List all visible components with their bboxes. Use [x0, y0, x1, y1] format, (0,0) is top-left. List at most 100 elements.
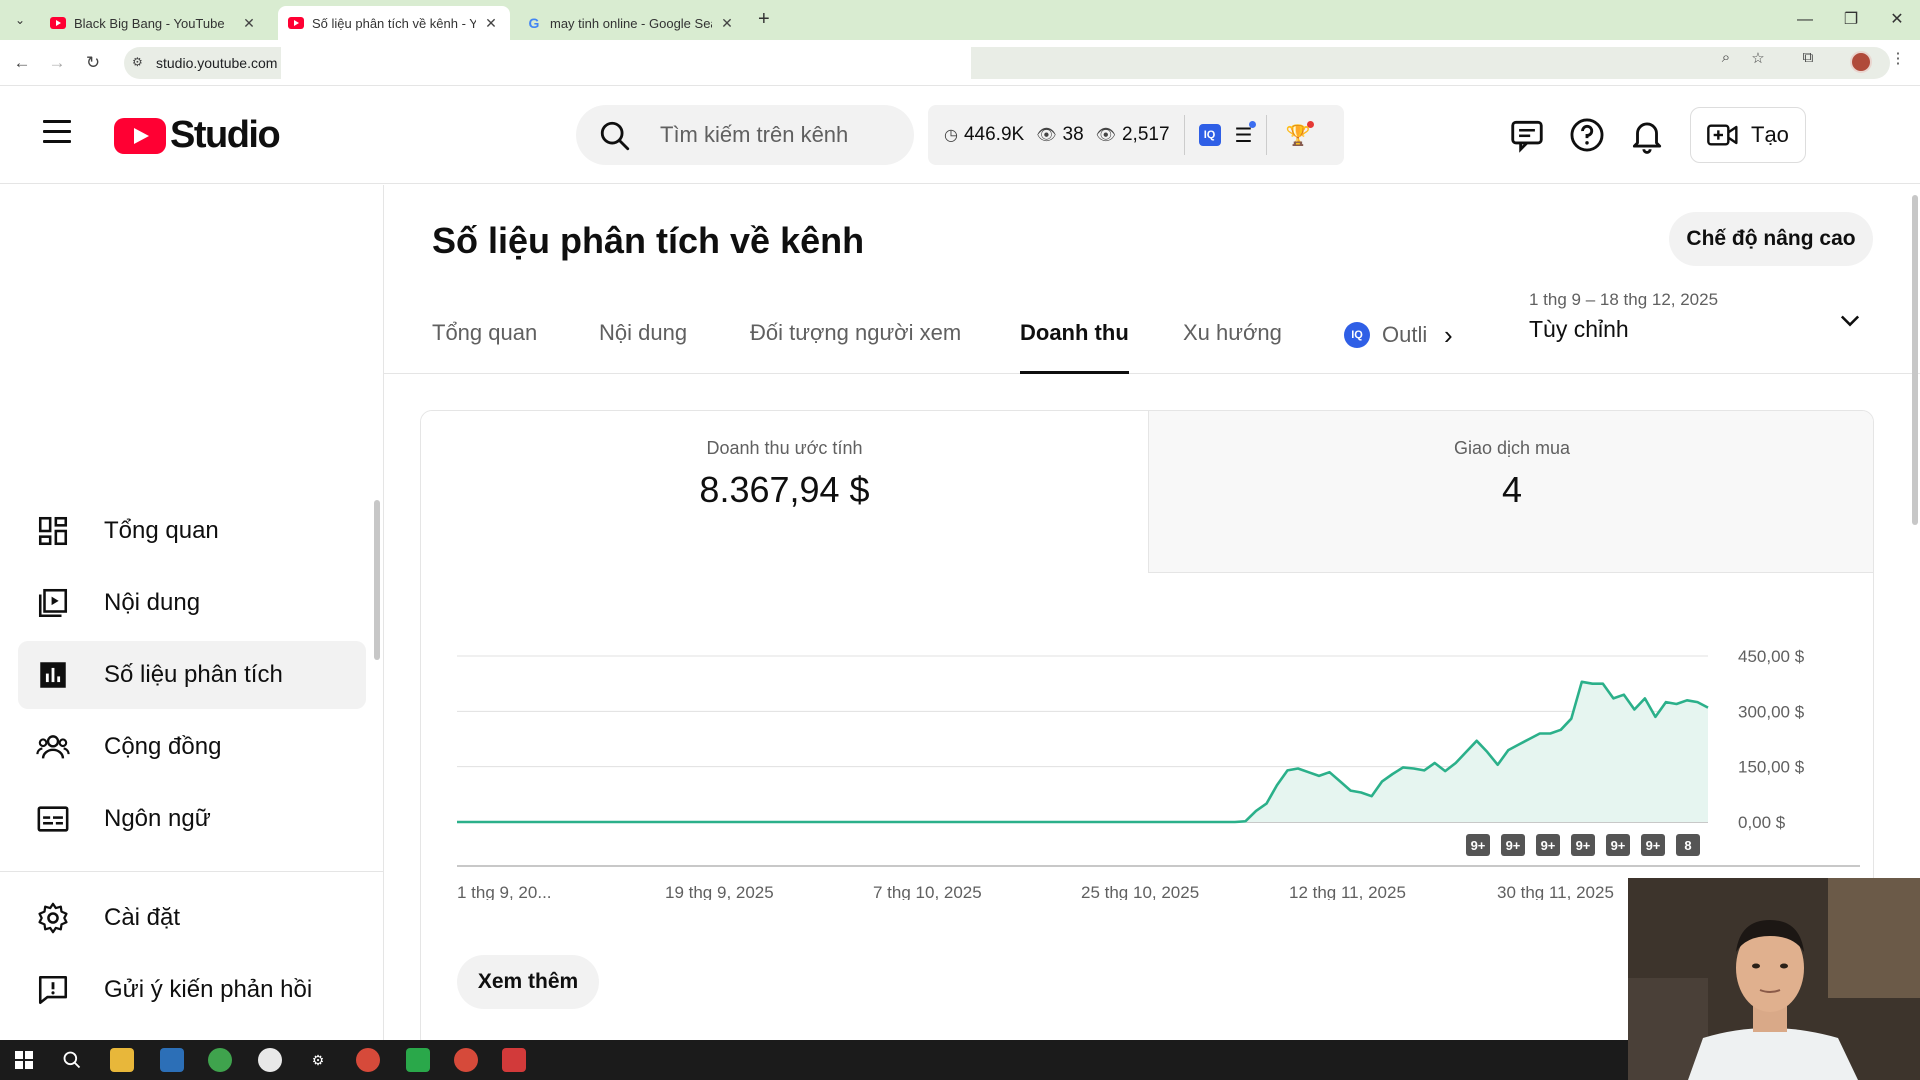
windows-start-icon[interactable]: [12, 1048, 36, 1072]
tab-title: may tinh online - Google Search: [550, 15, 712, 31]
sidebar-item-community[interactable]: Cộng đồng: [18, 713, 366, 781]
menu-icon[interactable]: [43, 120, 71, 150]
search-box[interactable]: [576, 105, 914, 165]
chevron-right-icon[interactable]: ›: [1444, 320, 1453, 351]
metric-estimated-revenue[interactable]: Doanh thu ước tính 8.367,94 $: [421, 411, 1148, 573]
y-tick-label: 0,00 $: [1738, 813, 1786, 832]
taskbar-search-icon[interactable]: [60, 1048, 84, 1072]
presenter-image: [1628, 878, 1920, 1080]
profile-avatar[interactable]: [1850, 51, 1872, 73]
logo-text: Studio: [170, 114, 281, 156]
app-icon[interactable]: [406, 1048, 430, 1072]
browser-tab[interactable]: G may tinh online - Google Search ✕: [516, 6, 746, 40]
notifications-icon[interactable]: [1628, 116, 1666, 154]
main-scrollbar[interactable]: [1912, 195, 1918, 525]
sidebar-item-dashboard[interactable]: Tổng quan: [18, 497, 366, 565]
zoom-icon[interactable]: ⌕: [1714, 49, 1738, 66]
tab-content[interactable]: Nội dung: [599, 320, 687, 374]
restore-button[interactable]: ❐: [1828, 6, 1874, 34]
x-tick-label: 19 thg 9, 2025: [665, 883, 774, 900]
sidebar-item-label: Ngôn ngữ: [104, 805, 211, 832]
series-area: [457, 681, 1708, 822]
sidebar-item-label: Nội dung: [104, 589, 201, 616]
close-icon[interactable]: ✕: [482, 15, 500, 32]
sidebar-item-label: Cài đặt: [104, 904, 181, 931]
sidebar-item-label: Số liệu phân tích: [104, 661, 283, 688]
file-explorer-icon[interactable]: [110, 1048, 134, 1072]
metric-value: 4: [1501, 469, 1523, 510]
dashboard-icon: [38, 516, 68, 546]
minimize-button[interactable]: —: [1782, 6, 1828, 34]
marker-label: 9+: [1646, 838, 1661, 853]
app-icon[interactable]: [502, 1048, 526, 1072]
app-icon[interactable]: [208, 1048, 232, 1072]
metric-purchases[interactable]: Giao dịch mua 4: [1148, 411, 1873, 573]
tab-outlier[interactable]: IQ Outlier: [1344, 322, 1426, 348]
extension-stats-bar: ◷ 446.9K 👁 38 👁 2,517 IQ ☰ 🏆: [928, 105, 1344, 165]
sidebar-item-analytics[interactable]: Số liệu phân tích: [18, 641, 366, 709]
see-more-button[interactable]: Xem thêm: [457, 955, 599, 1009]
list-menu-icon[interactable]: ☰: [1235, 120, 1257, 148]
content-icon: [38, 588, 68, 618]
windows-taskbar: ⚙: [0, 1040, 1628, 1080]
youtube-logo-icon: [114, 117, 166, 154]
tab-title: Black Big Bang - YouTube: [74, 15, 225, 31]
tab-overview[interactable]: Tổng quan: [432, 320, 537, 374]
chrome-icon[interactable]: [454, 1048, 478, 1072]
site-info-icon[interactable]: ⚙: [132, 55, 143, 69]
reload-button[interactable]: ↻: [79, 49, 107, 77]
date-range-picker[interactable]: 1 thg 9 – 18 thg 12, 2025 Tùy chỉnh: [1529, 290, 1718, 343]
close-icon[interactable]: ✕: [240, 15, 258, 32]
url-text[interactable]: studio.youtube.com: [156, 55, 277, 71]
studio-logo[interactable]: Studio: [114, 114, 281, 157]
sidebar-item-language[interactable]: Ngôn ngữ: [18, 785, 366, 853]
browser-tab-active[interactable]: Số liệu phân tích về kênh - YouTube Stud…: [278, 6, 510, 40]
iq-icon: IQ: [1344, 322, 1370, 348]
address-bar: ← → ↻ ⚙ studio.youtube.com ⌕ ☆ ⧉ ⋮: [0, 40, 1920, 86]
messages-icon[interactable]: [1508, 116, 1546, 154]
sidebar-item-content[interactable]: Nội dung: [18, 569, 366, 637]
sidebar-scrollbar[interactable]: [374, 500, 380, 660]
iq-badge[interactable]: IQ: [1198, 124, 1221, 146]
sidebar-item-feedback[interactable]: Gửi ý kiến phản hồi: [18, 956, 366, 1024]
search-icon[interactable]: [598, 119, 632, 153]
metric-value: 8.367,94 $: [699, 469, 870, 510]
settings-icon[interactable]: ⚙: [306, 1048, 330, 1072]
x-tick-label: 7 thg 10, 2025: [873, 883, 982, 900]
omnibox[interactable]: ⚙ studio.youtube.com: [124, 40, 1890, 80]
sidebar-item-settings[interactable]: Cài đặt: [18, 884, 366, 952]
advanced-mode-button[interactable]: Chế độ nâng cao: [1669, 212, 1873, 266]
tab-revenue[interactable]: Doanh thu: [1020, 320, 1129, 374]
browser-menu-icon[interactable]: ⋮: [1886, 49, 1910, 67]
bookmark-star-icon[interactable]: ☆: [1746, 49, 1770, 67]
app-icon[interactable]: [160, 1048, 184, 1072]
community-icon: [36, 735, 70, 759]
new-tab-button[interactable]: +: [758, 8, 770, 31]
chevron-down-icon[interactable]: [1836, 306, 1864, 334]
help-icon[interactable]: [1568, 116, 1606, 154]
chrome-icon[interactable]: [258, 1048, 282, 1072]
tab-search-button[interactable]: ⌄: [8, 8, 32, 32]
marker-label: 8: [1684, 838, 1691, 853]
trophy-icon[interactable]: 🏆: [1285, 120, 1315, 148]
browser-tab-strip: ⌄ Black Big Bang - YouTube ✕ Số liệu phâ…: [0, 0, 1920, 40]
tab-audience[interactable]: Đối tượng người xem: [750, 320, 961, 374]
chrome-icon[interactable]: [356, 1048, 380, 1072]
x-tick-label: 25 thg 10, 2025: [1081, 883, 1199, 900]
create-button[interactable]: Tạo: [1690, 107, 1806, 163]
sidebar: Tổng quan Nội dung Số liệu phân tích Cộn…: [0, 185, 384, 1040]
youtube-icon: [288, 15, 304, 31]
browser-tab[interactable]: Black Big Bang - YouTube ✕: [40, 6, 268, 40]
webcam-overlay: [1628, 878, 1920, 1080]
forward-button[interactable]: →: [43, 49, 71, 77]
search-input[interactable]: [660, 121, 890, 149]
back-button[interactable]: ←: [8, 49, 36, 77]
tab-trends[interactable]: Xu hướng: [1183, 320, 1282, 374]
divider: [0, 871, 383, 872]
views: 2,517: [1121, 124, 1170, 145]
close-window-button[interactable]: ✕: [1874, 6, 1920, 34]
extensions-icon[interactable]: ⧉: [1796, 49, 1820, 66]
feedback-icon: [38, 975, 68, 1005]
youtube-icon: [50, 15, 66, 31]
close-icon[interactable]: ✕: [718, 15, 736, 32]
